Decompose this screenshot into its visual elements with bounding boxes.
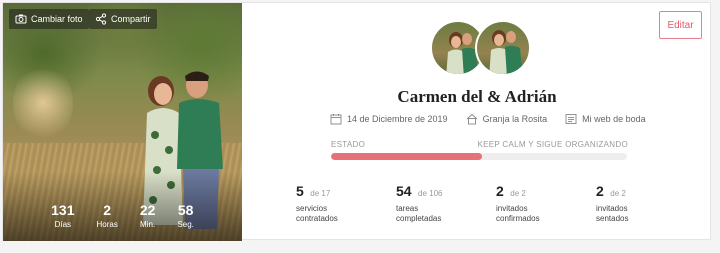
- couple-avatars: [430, 20, 531, 78]
- wedding-venue-text: Granja la Rosita: [482, 114, 548, 124]
- stat-value: 5: [296, 183, 304, 199]
- stat-services[interactable]: 5 de 17 servicios contratados: [296, 183, 396, 224]
- share-icon: [95, 13, 107, 25]
- website-icon: [565, 114, 577, 124]
- stat-guests-seated[interactable]: 2 de 2 invitados sentados: [596, 183, 696, 224]
- wedding-date[interactable]: 14 de Diciembre de 2019: [330, 113, 448, 125]
- countdown-unit: Horas: [96, 220, 118, 229]
- stat-guests-confirmed[interactable]: 2 de 2 invitados confirmados: [496, 183, 596, 224]
- stat-value: 54: [396, 183, 412, 199]
- stat-total: de 2: [510, 189, 526, 198]
- countdown-value: 2: [103, 202, 112, 218]
- stat-total: de 17: [310, 189, 331, 198]
- progress-bar: [331, 153, 627, 160]
- wedding-date-text: 14 de Diciembre de 2019: [347, 114, 448, 124]
- change-photo-button[interactable]: Cambiar foto: [9, 9, 89, 29]
- wedding-website-text: Mi web de boda: [582, 114, 646, 124]
- stat-value: 2: [596, 183, 604, 199]
- countdown-minutes: 22 Min.: [140, 202, 156, 229]
- wedding-info: Editar Carmen del & Adrián 14 de Diciemb…: [242, 3, 712, 241]
- avatar-photo: [489, 30, 523, 74]
- stat-total: de 106: [418, 189, 443, 198]
- change-photo-label: Cambiar foto: [31, 14, 83, 24]
- progress-fill: [331, 153, 482, 160]
- wedding-summary-card: Cambiar foto Compartir 131 Días 2 Horas: [2, 2, 712, 241]
- progress-label: ESTADO: [331, 140, 366, 149]
- share-label: Compartir: [111, 14, 151, 24]
- house-icon: [466, 113, 477, 125]
- stat-label: servicios contratados: [296, 204, 338, 223]
- countdown-value: 22: [139, 202, 156, 218]
- share-button[interactable]: Compartir: [89, 9, 157, 29]
- stat-label: invitados confirmados: [496, 204, 540, 223]
- avatar[interactable]: [475, 20, 531, 76]
- countdown-hours: 2 Horas: [96, 202, 117, 229]
- cover-photo: Cambiar foto Compartir 131 Días 2 Horas: [3, 3, 242, 241]
- edit-button[interactable]: Editar: [659, 11, 702, 39]
- wedding-website[interactable]: Mi web de boda: [565, 113, 646, 125]
- countdown-unit: Min.: [140, 220, 156, 229]
- couple-names: Carmen del & Adrián: [397, 87, 557, 106]
- countdown-value: 131: [51, 202, 75, 218]
- countdown-value: 58: [177, 202, 194, 218]
- stat-label: invitados sentados: [596, 204, 629, 223]
- countdown-unit: Seg.: [177, 220, 194, 229]
- countdown-unit: Días: [54, 220, 72, 229]
- countdown: 131 Días 2 Horas 22 Min. 58 Seg.: [3, 202, 242, 229]
- camera-icon: [15, 14, 27, 24]
- wedding-meta: 14 de Diciembre de 2019 Granja la Rosita…: [330, 113, 646, 125]
- wedding-venue[interactable]: Granja la Rosita: [466, 113, 548, 125]
- photo-bokeh: [13, 63, 73, 143]
- progress-message: KEEP CALM Y SIGUE ORGANIZANDO: [477, 140, 628, 149]
- countdown-days: 131 Días: [51, 202, 74, 229]
- stat-label: tareas completadas: [396, 204, 442, 223]
- stat-tasks[interactable]: 54 de 106 tareas completadas: [396, 183, 496, 224]
- stat-value: 2: [496, 183, 504, 199]
- countdown-seconds: 58 Seg.: [177, 202, 193, 229]
- stats-row: 5 de 17 servicios contratados 54 de 106 …: [296, 183, 696, 224]
- calendar-icon: [330, 114, 342, 125]
- stat-total: de 2: [610, 189, 626, 198]
